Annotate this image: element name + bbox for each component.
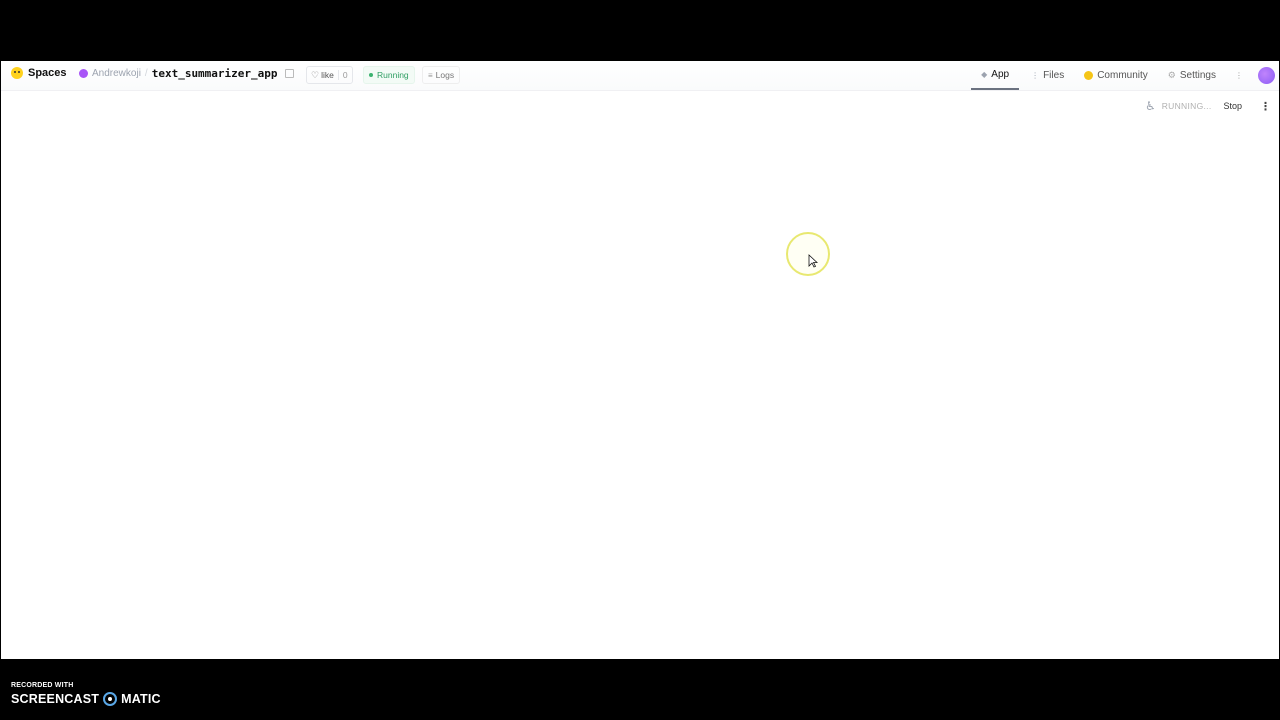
watermark-screencast: SCREENCAST — [11, 692, 100, 706]
space-nav-tabs: ◆ App ⋮ Files Community ⚙ Settings ⋮ — [971, 61, 1279, 90]
record-icon — [103, 692, 118, 706]
running-status-text: RUNNING... — [1161, 101, 1212, 111]
like-button[interactable]: ♡ like 0 — [306, 66, 353, 84]
hugging-face-logo-icon — [11, 67, 23, 79]
tab-app[interactable]: ◆ App — [971, 61, 1020, 90]
logs-label: Logs — [435, 70, 455, 80]
stop-button[interactable]: Stop — [1223, 101, 1242, 111]
owner-avatar — [79, 69, 88, 78]
mouse-pointer-icon — [808, 254, 818, 268]
tab-files[interactable]: ⋮ Files — [1021, 61, 1074, 90]
accessibility-icon: ♿ — [1144, 99, 1156, 113]
running-status-badge[interactable]: Running — [363, 66, 415, 84]
watermark-matic: MATIC — [121, 692, 161, 706]
repo-breadcrumb: Andrewkoji / text_summarizer_app — [79, 67, 294, 80]
tab-app-label: App — [991, 69, 1010, 80]
more-options-icon[interactable]: ⋮ — [1232, 69, 1246, 83]
heart-icon: ♡ — [311, 69, 320, 80]
app-icon: ◆ — [981, 70, 988, 79]
like-label: like — [321, 70, 334, 80]
copy-icon[interactable] — [284, 69, 294, 78]
tab-settings-label: Settings — [1179, 70, 1216, 81]
gear-icon: ⚙ — [1167, 70, 1176, 80]
screencast-watermark: RECORDED WITH SCREENCAST MATIC — [11, 682, 161, 706]
user-avatar[interactable] — [1258, 67, 1275, 84]
kebab-menu-icon[interactable]: ⋮ — [1260, 100, 1271, 113]
logs-icon: ≡ — [428, 70, 433, 80]
spaces-link[interactable]: Spaces — [11, 67, 67, 79]
owner-link[interactable]: Andrewkoji — [92, 68, 141, 79]
space-header: Spaces Andrewkoji / text_summarizer_app … — [1, 61, 1279, 91]
watermark-logo: SCREENCAST MATIC — [11, 692, 161, 706]
spaces-label: Spaces — [28, 67, 67, 79]
screen-frame: Spaces Andrewkoji / text_summarizer_app … — [0, 0, 1280, 720]
running-label: Running — [377, 70, 409, 80]
community-icon — [1084, 71, 1094, 80]
repo-name-link[interactable]: text_summarizer_app — [152, 67, 278, 80]
gradio-status-bar: ♿ RUNNING... Stop ⋮ — [1145, 99, 1271, 113]
tab-settings[interactable]: ⚙ Settings — [1158, 61, 1226, 90]
status-dot-icon — [369, 73, 373, 77]
watermark-recorded-with: RECORDED WITH — [11, 682, 74, 689]
browser-viewport: Spaces Andrewkoji / text_summarizer_app … — [1, 61, 1279, 659]
logs-button[interactable]: ≡ Logs — [422, 66, 461, 84]
tab-community-label: Community — [1097, 70, 1148, 81]
breadcrumb-separator: / — [144, 68, 148, 79]
tab-community[interactable]: Community — [1074, 61, 1158, 90]
like-count: 0 — [337, 70, 352, 80]
files-icon: ⋮ — [1031, 71, 1040, 80]
tab-files-label: Files — [1043, 70, 1065, 81]
